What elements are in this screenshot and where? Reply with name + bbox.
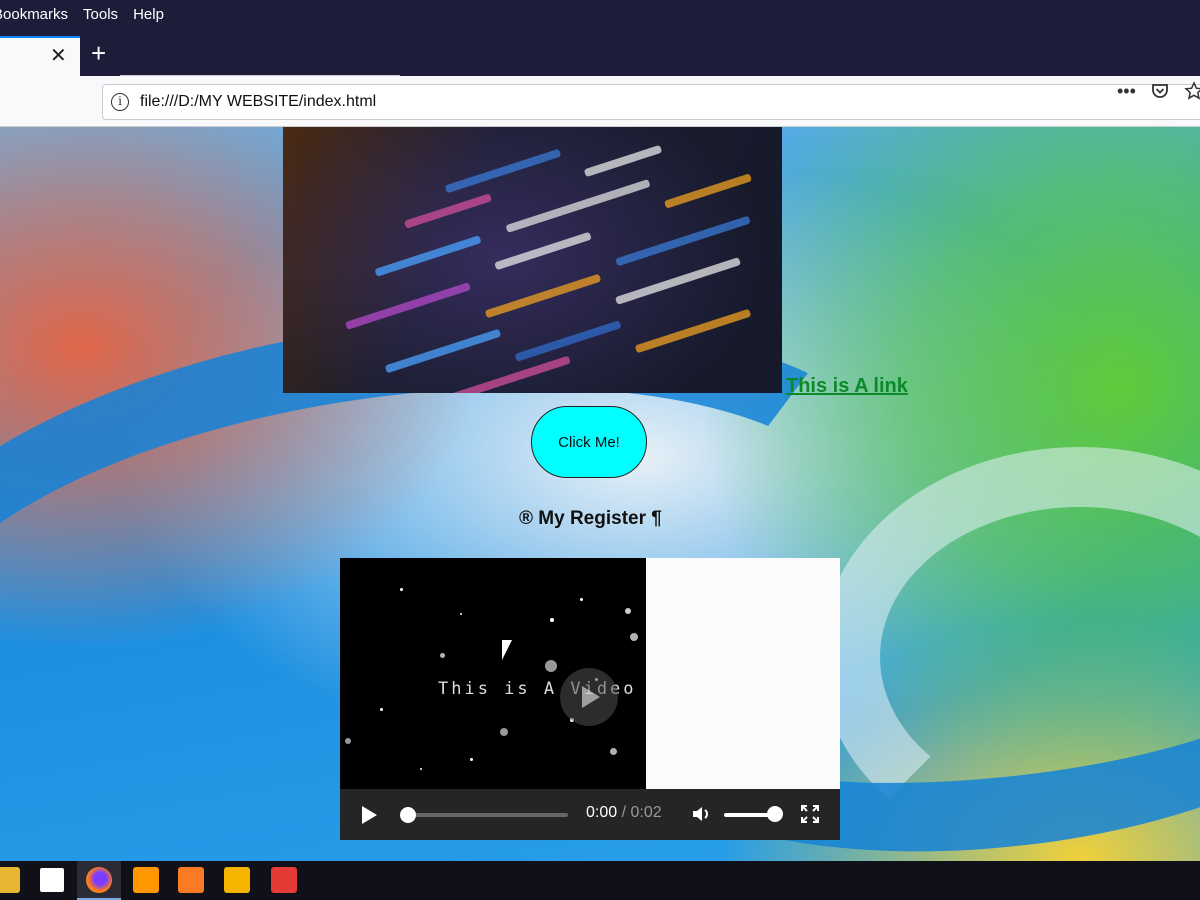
play-icon[interactable]: [362, 806, 377, 824]
menu-bar: Bookmarks Tools Help: [0, 0, 1200, 28]
video-overlay-play-icon[interactable]: [560, 668, 618, 726]
video-player[interactable]: This is A Video 0:00 / 0:02: [340, 558, 840, 840]
url-bar[interactable]: i file:///D:/MY WEBSITE/index.html: [102, 84, 1200, 120]
sublime-text-icon[interactable]: [133, 867, 159, 893]
app-icon[interactable]: [224, 867, 250, 893]
store-icon[interactable]: [40, 868, 64, 892]
fullscreen-icon[interactable]: [800, 804, 820, 824]
menu-item-help[interactable]: Help: [133, 6, 164, 23]
video-time-display: 0:00 / 0:02: [586, 804, 662, 822]
pocket-icon[interactable]: [1150, 81, 1170, 106]
xampp-icon[interactable]: [178, 867, 204, 893]
menu-item-bookmarks[interactable]: Bookmarks: [0, 6, 68, 23]
volume-icon[interactable]: [690, 803, 712, 825]
duration: 0:02: [630, 804, 662, 821]
code-screenshot-image: [283, 127, 782, 393]
bookmark-star-icon[interactable]: [1184, 81, 1200, 106]
taskbar: [0, 861, 1200, 900]
tab-strip: ✕ +: [0, 28, 1200, 76]
info-icon[interactable]: i: [111, 93, 129, 111]
mouse-cursor-icon: [502, 640, 512, 660]
more-options-icon[interactable]: •••: [1117, 81, 1136, 106]
navigation-bar: i file:///D:/MY WEBSITE/index.html •••: [0, 76, 1200, 127]
menu-item-tools[interactable]: Tools: [83, 6, 118, 23]
video-progress-thumb[interactable]: [400, 807, 416, 823]
video-controls: 0:00 / 0:02: [340, 789, 840, 840]
video-frame-white-region: [646, 558, 840, 789]
close-tab-icon[interactable]: ✕: [50, 46, 67, 66]
time-separator: /: [621, 804, 627, 821]
video-progress-bar[interactable]: [406, 813, 568, 817]
firefox-icon[interactable]: [86, 867, 112, 893]
click-me-button[interactable]: Click Me!: [531, 406, 647, 478]
current-time: 0:00: [586, 804, 618, 821]
volume-slider-thumb[interactable]: [767, 806, 783, 822]
register-heading: ® My Register ¶: [519, 508, 662, 529]
page-content: This is A link Click Me! ® My Register ¶…: [0, 127, 1200, 861]
new-tab-button[interactable]: +: [91, 40, 106, 66]
toolbar-icons: •••: [1117, 81, 1200, 106]
url-text[interactable]: file:///D:/MY WEBSITE/index.html: [140, 93, 376, 111]
red-app-icon[interactable]: [271, 867, 297, 893]
active-tab[interactable]: ✕: [0, 36, 80, 76]
file-explorer-icon[interactable]: [0, 867, 20, 893]
page-link[interactable]: This is A link: [786, 375, 908, 398]
